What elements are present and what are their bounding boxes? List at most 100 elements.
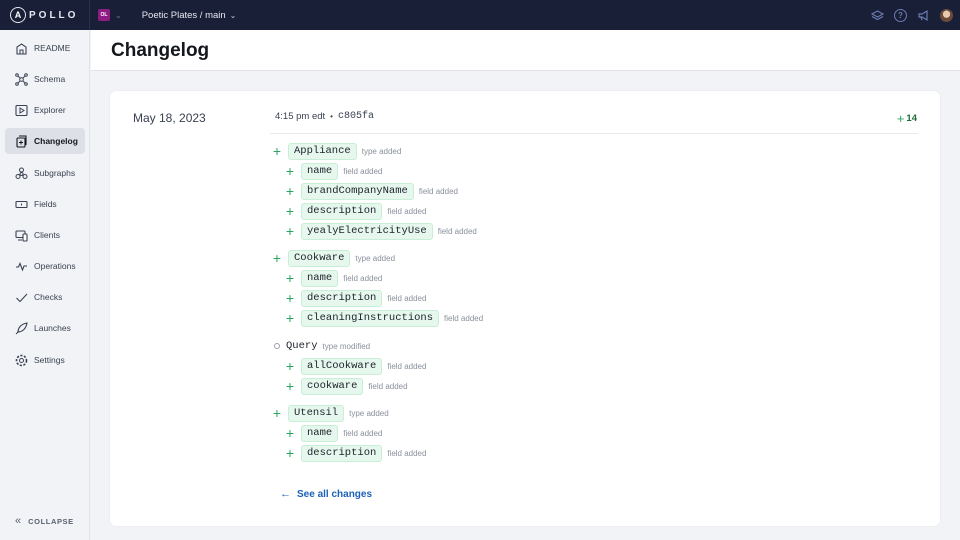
sidebar-item-label: Settings <box>34 355 65 365</box>
explorer-icon <box>14 103 28 117</box>
change-kind-label: field added <box>387 448 427 458</box>
sidebar-item-explorer[interactable]: Explorer <box>5 97 85 123</box>
field-name: cookware <box>301 377 364 395</box>
change-row-type: + Appliance type added <box>272 142 401 160</box>
graph-variant-selector[interactable]: Poetic Plates / main <box>142 10 226 21</box>
field-name: description <box>301 202 383 220</box>
type-name: Cookware <box>288 249 351 267</box>
double-chevron-left-icon: « <box>15 515 22 527</box>
changelog-time: 4:15 pm edt <box>275 111 326 122</box>
checks-icon <box>14 290 28 304</box>
change-kind-label: type modified <box>322 341 371 351</box>
change-kind-label: type added <box>349 408 389 418</box>
type-name: Appliance <box>288 142 357 160</box>
changelog-date: May 18, 2023 <box>133 111 206 125</box>
sidebar-item-checks[interactable]: Checks <box>5 284 85 310</box>
sidebar-item-label: Clients <box>34 230 60 240</box>
change-kind-label: type added <box>355 253 396 263</box>
logo-text: POLLO <box>29 9 79 21</box>
sidebar-item-label: Fields <box>34 199 57 209</box>
field-name: description <box>301 444 383 462</box>
plus-icon: + <box>285 163 295 179</box>
change-row-field: + name field added <box>285 162 382 180</box>
type-name: Query <box>286 340 318 352</box>
field-name: description <box>301 289 383 307</box>
sidebar-item-operations[interactable]: Operations <box>5 253 85 279</box>
change-kind-label: field added <box>368 381 408 391</box>
org-chevron-down-icon[interactable]: ⌄ <box>115 11 122 20</box>
separator-dot: • <box>330 112 333 121</box>
change-kind-label: field added <box>437 226 477 236</box>
field-name: cleaningInstructions <box>301 309 440 327</box>
sidebar-item-settings[interactable]: Settings <box>5 347 85 373</box>
change-row-field: + cleaningInstructions field added <box>285 309 483 327</box>
sidebar-item-label: README <box>34 43 71 53</box>
plus-icon: + <box>285 290 295 306</box>
subgraphs-icon <box>14 166 28 180</box>
page-header: Changelog <box>91 30 960 71</box>
change-row-field: + allCookware field added <box>285 357 426 375</box>
divider <box>270 133 918 134</box>
megaphone-icon[interactable] <box>917 9 930 22</box>
sidebar-item-clients[interactable]: Clients <box>5 222 85 248</box>
change-row-type: + Cookware type added <box>272 249 395 267</box>
type-name: Utensil <box>288 404 345 422</box>
change-kind-label: field added <box>387 293 427 303</box>
plus-icon: + <box>896 111 905 126</box>
plus-icon: + <box>285 270 295 286</box>
change-kind-label: field added <box>444 313 484 323</box>
field-name: name <box>301 269 339 287</box>
plus-icon: + <box>272 143 282 159</box>
operations-icon <box>14 259 28 273</box>
change-row-field: + brandCompanyName field added <box>285 182 458 200</box>
sidebar-item-fields[interactable]: Fields <box>5 191 85 217</box>
plus-icon: + <box>272 405 282 421</box>
sidebar: README Schema Explorer Changelog Subgrap… <box>0 30 90 540</box>
field-name: yealyElectricityUse <box>301 222 433 240</box>
plus-icon: + <box>285 425 295 441</box>
commit-hash: c805fa <box>337 111 374 122</box>
sidebar-item-label: Subgraphs <box>34 168 76 178</box>
sidebar-item-label: Operations <box>34 261 76 271</box>
field-name: name <box>301 162 339 180</box>
change-kind-label: field added <box>343 428 383 438</box>
sidebar-item-changelog[interactable]: Changelog <box>5 128 85 154</box>
plus-icon: + <box>285 445 295 461</box>
sidebar-item-readme[interactable]: README <box>5 35 85 61</box>
avatar[interactable] <box>940 8 953 22</box>
change-row-field: + name field added <box>285 269 382 287</box>
logo-mark: A <box>10 7 26 23</box>
graph-chevron-down-icon[interactable]: ⌄ <box>230 11 237 20</box>
field-name: allCookware <box>301 357 383 375</box>
arrow-left-icon: ← <box>280 488 291 500</box>
change-kind-label: field added <box>343 273 383 283</box>
clients-icon <box>14 228 28 242</box>
change-count: + 14 <box>897 111 917 126</box>
change-row-field: + yealyElectricityUse field added <box>285 222 477 240</box>
collapse-label: COLLAPSE <box>28 516 74 526</box>
plus-icon: + <box>285 183 295 199</box>
sidebar-item-schema[interactable]: Schema <box>5 66 85 92</box>
collapse-button[interactable]: « COLLAPSE <box>15 515 74 527</box>
field-name: name <box>301 424 339 442</box>
change-kind-label: field added <box>418 186 458 196</box>
change-row-field: + description field added <box>285 444 426 462</box>
see-all-changes-link[interactable]: ← See all changes <box>280 488 372 500</box>
sidebar-item-subgraphs[interactable]: Subgraphs <box>5 160 85 186</box>
plus-icon: + <box>285 203 295 219</box>
sidebar-item-launches[interactable]: Launches <box>5 315 85 341</box>
changelog-entry-card: May 18, 2023 4:15 pm edt • c805fa + 14 +… <box>110 91 940 526</box>
fields-icon <box>14 197 28 211</box>
help-icon[interactable]: ? <box>894 8 907 22</box>
plus-icon: + <box>285 378 295 394</box>
schema-icon <box>14 72 28 86</box>
layers-icon[interactable] <box>871 9 884 22</box>
plus-icon: + <box>285 358 295 374</box>
plus-icon: + <box>272 250 282 266</box>
changelog-meta: 4:15 pm edt • c805fa <box>275 111 374 122</box>
org-badge[interactable]: OL <box>98 9 110 21</box>
apollo-logo[interactable]: A POLLO <box>0 0 90 30</box>
sidebar-item-label: Changelog <box>34 136 78 146</box>
change-row-field: + description field added <box>285 202 426 220</box>
change-count-value: 14 <box>906 113 917 124</box>
